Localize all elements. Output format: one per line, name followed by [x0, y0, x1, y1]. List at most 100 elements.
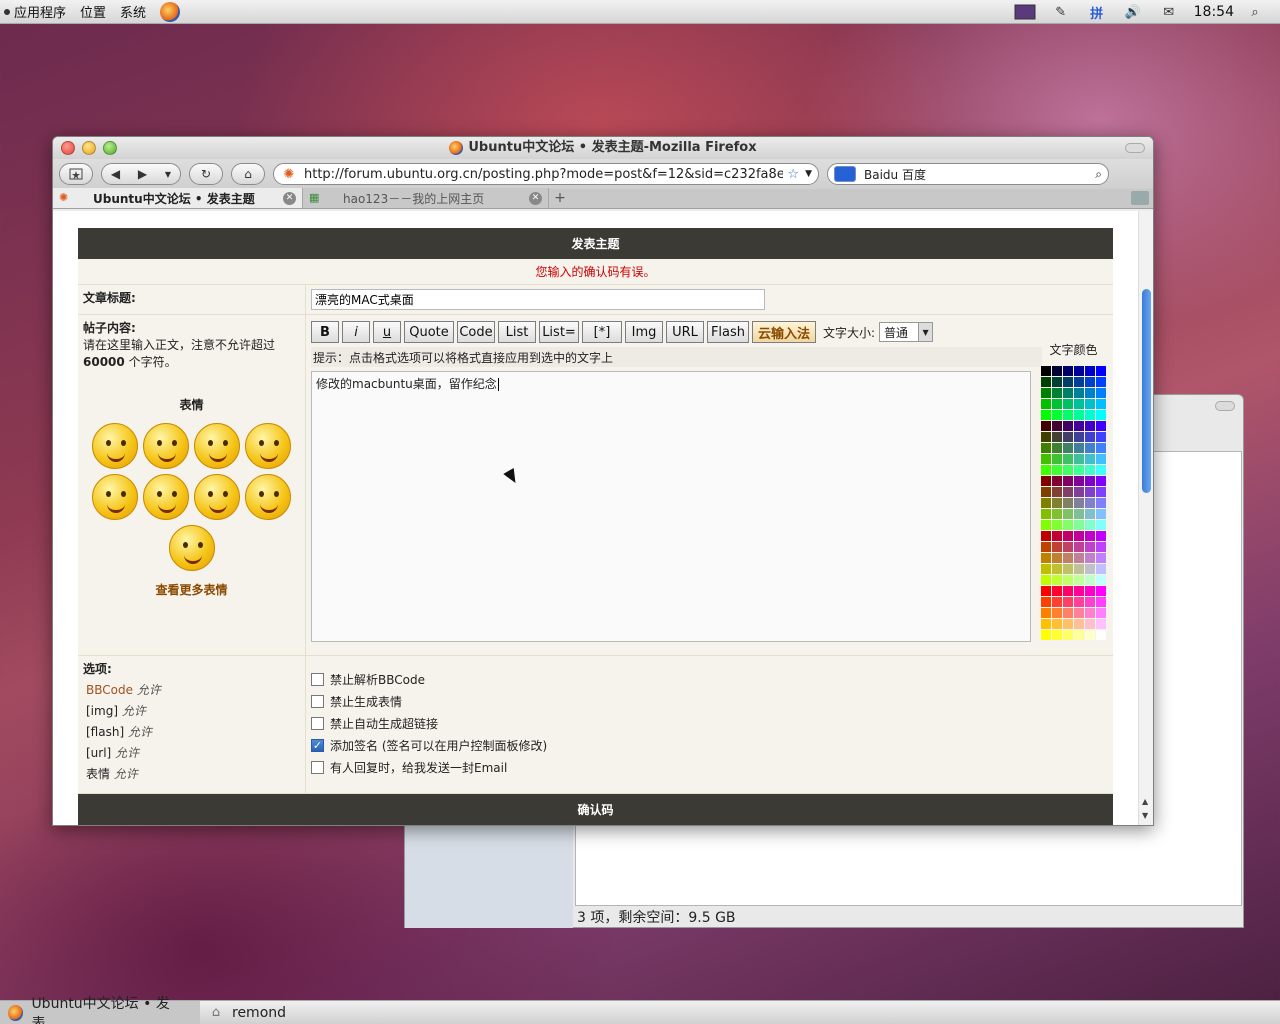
url-button[interactable]: URL	[666, 321, 704, 343]
color-swatch[interactable]	[1063, 608, 1073, 618]
color-swatch[interactable]	[1074, 520, 1084, 530]
color-swatch[interactable]	[1041, 399, 1051, 409]
color-swatch[interactable]	[1096, 586, 1106, 596]
color-swatch[interactable]	[1085, 597, 1095, 607]
search-go-icon[interactable]: ⌕	[1095, 167, 1102, 182]
color-swatch[interactable]	[1052, 520, 1062, 530]
color-swatch[interactable]	[1096, 575, 1106, 585]
color-swatch[interactable]	[1041, 619, 1051, 629]
color-swatch[interactable]	[1074, 421, 1084, 431]
pen-icon[interactable]: ✎	[1050, 3, 1072, 21]
color-swatch[interactable]	[1052, 399, 1062, 409]
color-swatch[interactable]	[1063, 366, 1073, 376]
color-swatch[interactable]	[1074, 443, 1084, 453]
menu-system[interactable]: 系统	[120, 2, 146, 21]
color-swatch[interactable]	[1096, 410, 1106, 420]
color-swatch[interactable]	[1074, 377, 1084, 387]
grin-emoticon-icon[interactable]	[194, 474, 240, 520]
url-dropdown-icon[interactable]: ▼	[805, 169, 812, 179]
attach-signature-checkbox[interactable]: ✓	[311, 738, 324, 752]
color-swatch[interactable]	[1085, 377, 1095, 387]
menu-places[interactable]: 位置	[80, 2, 106, 21]
forward-icon[interactable]: ▶	[138, 167, 147, 181]
color-swatch[interactable]	[1052, 476, 1062, 486]
color-swatch[interactable]	[1074, 564, 1084, 574]
color-swatch[interactable]	[1052, 454, 1062, 464]
color-swatch[interactable]	[1085, 454, 1095, 464]
color-swatch[interactable]	[1096, 476, 1106, 486]
color-swatch[interactable]	[1052, 366, 1062, 376]
color-swatch[interactable]	[1063, 377, 1073, 387]
message-textarea[interactable]: 修改的macbuntu桌面，留作纪念	[311, 371, 1031, 642]
list-ordered-button[interactable]: List=	[539, 321, 579, 343]
color-swatch[interactable]	[1096, 630, 1106, 640]
color-swatch[interactable]	[1041, 410, 1051, 420]
color-swatch[interactable]	[1063, 553, 1073, 563]
color-swatch[interactable]	[1041, 388, 1051, 398]
color-swatch[interactable]	[1052, 531, 1062, 541]
color-swatch[interactable]	[1041, 498, 1051, 508]
color-swatch[interactable]	[1052, 608, 1062, 618]
disable-bbcode-checkbox[interactable]	[311, 672, 324, 686]
color-swatch[interactable]	[1074, 542, 1084, 552]
color-swatch[interactable]	[1041, 465, 1051, 475]
color-swatch[interactable]	[1085, 399, 1095, 409]
quote-button[interactable]: Quote	[404, 321, 454, 343]
color-swatch[interactable]	[1074, 410, 1084, 420]
snicker-emoticon-icon[interactable]	[245, 474, 291, 520]
color-swatch[interactable]	[1085, 630, 1095, 640]
clock[interactable]: 18:54	[1194, 4, 1234, 20]
mail-icon[interactable]: ✉	[1158, 3, 1180, 21]
color-swatch[interactable]	[1063, 597, 1073, 607]
color-swatch[interactable]	[1085, 531, 1095, 541]
color-swatch[interactable]	[1041, 509, 1051, 519]
color-swatch[interactable]	[1063, 476, 1073, 486]
flash-button[interactable]: Flash	[707, 321, 749, 343]
color-swatch[interactable]	[1096, 443, 1106, 453]
color-swatch[interactable]	[1096, 366, 1106, 376]
bold-button[interactable]: B	[311, 321, 339, 343]
sweat-emoticon-icon[interactable]	[143, 474, 189, 520]
scrollbar-thumb[interactable]	[1142, 289, 1151, 493]
color-swatch[interactable]	[1074, 366, 1084, 376]
tab-hao123[interactable]: ▦ hao123－－我的上网主页 ✕	[303, 188, 549, 208]
color-swatch[interactable]	[1096, 487, 1106, 497]
color-swatch[interactable]	[1052, 432, 1062, 442]
color-swatch[interactable]	[1041, 520, 1051, 530]
color-swatch[interactable]	[1085, 443, 1095, 453]
reload-button[interactable]: ↻	[189, 163, 223, 185]
color-swatch[interactable]	[1052, 377, 1062, 387]
color-swatch[interactable]	[1085, 586, 1095, 596]
color-swatch[interactable]	[1085, 553, 1095, 563]
bbcode-link[interactable]: BBCode	[86, 683, 133, 697]
color-swatch[interactable]	[1063, 586, 1073, 596]
minimize-button[interactable]	[82, 141, 96, 155]
url-bar[interactable]: ✺ http://forum.ubuntu.org.cn/posting.php…	[273, 163, 819, 185]
toolbar-toggle-button[interactable]	[1125, 143, 1145, 153]
color-swatch[interactable]	[1096, 388, 1106, 398]
color-swatch[interactable]	[1096, 531, 1106, 541]
color-swatch[interactable]	[1041, 377, 1051, 387]
taskbar-item-firefox[interactable]: Ubuntu中文论坛 • 发表…	[0, 996, 200, 1024]
color-swatch[interactable]	[1063, 399, 1073, 409]
color-swatch[interactable]	[1052, 597, 1062, 607]
color-swatch[interactable]	[1096, 520, 1106, 530]
home-button[interactable]: ⌂	[231, 163, 265, 185]
volume-icon[interactable]: 🔊	[1122, 3, 1144, 21]
color-swatch[interactable]	[1063, 454, 1073, 464]
laugh-emoticon-icon[interactable]	[92, 474, 138, 520]
color-swatch[interactable]	[1074, 465, 1084, 475]
color-swatch[interactable]	[1052, 586, 1062, 596]
color-swatch[interactable]	[1085, 564, 1095, 574]
color-swatch[interactable]	[1074, 454, 1084, 464]
color-swatch[interactable]	[1041, 586, 1051, 596]
tab-close-icon[interactable]: ✕	[283, 191, 296, 205]
color-swatch[interactable]	[1085, 465, 1095, 475]
color-swatch[interactable]	[1096, 564, 1106, 574]
color-swatch[interactable]	[1063, 619, 1073, 629]
back-icon[interactable]: ◀	[111, 167, 120, 181]
dizzy-emoticon-icon[interactable]	[168, 525, 215, 571]
color-swatch[interactable]	[1096, 377, 1106, 387]
color-swatch[interactable]	[1041, 531, 1051, 541]
color-swatch[interactable]	[1052, 553, 1062, 563]
